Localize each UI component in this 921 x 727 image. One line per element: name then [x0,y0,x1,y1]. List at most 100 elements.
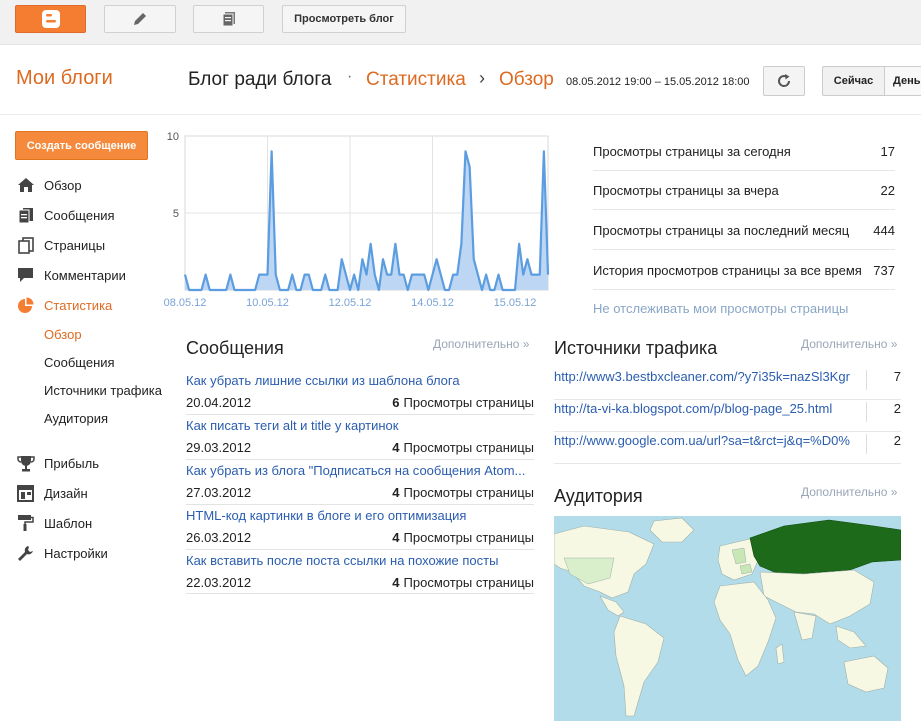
stat-value: 17 [880,143,895,159]
now-button[interactable]: Сейчас [822,66,884,96]
sidebar-item-label: Сообщения [44,207,115,223]
sidebar-item-label: Настройки [44,545,108,561]
sidebar-item-statistics[interactable]: Статистика [16,295,112,315]
post-views-count: 4 [392,530,400,545]
sidebar-item-label: Статистика [44,297,113,313]
traffic-source-row: http://ta-vi-ka.blogspot.com/p/blog-page… [554,400,901,432]
post-title-link[interactable]: HTML-код картинки в блоге и его оптимиза… [186,508,466,523]
date-range: 08.05.2012 19:00 – 15.05.2012 18:00 [566,76,750,88]
post-views-label: Просмотры страницы [403,440,534,455]
sidebar-item-pages[interactable]: Страницы [16,235,105,255]
stat-value: 444 [873,222,895,238]
x-tick-label: 10.05.12 [246,297,289,309]
sidebar-item-posts[interactable]: Сообщения [16,205,115,225]
traffic-section-title: Источники трафика [554,338,718,358]
traffic-source-link[interactable]: http://www3.bestbxcleaner.com/?y7i35k=na… [554,369,850,384]
post-date: 26.03.2012 [186,530,252,545]
breadcrumb-arrow: › [479,68,485,88]
sidebar-sub-posts[interactable]: Сообщения [44,355,115,370]
sidebar-sub-audience[interactable]: Аудитория [44,411,108,426]
stat-value: 22 [880,182,895,198]
sidebar-item-label: Страницы [44,237,106,253]
divider [866,370,867,390]
traffic-source-link[interactable]: http://www.google.com.ua/url?sa=t&rct=j&… [554,433,850,448]
blogger-logo-button[interactable] [15,5,86,33]
refresh-button[interactable] [763,66,805,96]
wrench-icon [16,544,35,562]
world-map-graphic [554,517,901,717]
post-title-link[interactable]: Как убрать лишние ссылки из шаблона блог… [186,373,460,388]
stat-row-yesterday: Просмотры страницы за вчера 22 [593,171,895,210]
posts-more-link[interactable]: Дополнительно » [433,337,529,351]
post-views: 4 Просмотры страницы [392,440,534,455]
x-tick-label: 14.05.12 [411,297,454,309]
no-track-link[interactable]: Не отслеживать мои просмотры страницы [593,301,848,316]
post-views-label: Просмотры страницы [403,395,534,410]
traffic-source-count: 7 [893,369,901,384]
divider [186,549,534,550]
post-title-link[interactable]: Как вставить после поста ссылки на похож… [186,553,498,568]
post-views-label: Просмотры страницы [403,530,534,545]
post-date: 29.03.2012 [186,440,252,455]
post-title-link[interactable]: Как убрать из блога "Подписаться на сооб… [186,463,525,478]
sidebar-sub-overview[interactable]: Обзор [44,327,82,342]
x-tick-label: 15.05.12 [494,297,537,309]
posts-section-title: Сообщения [186,338,284,358]
world-map[interactable] [554,516,901,721]
pageviews-chart: 08.05.12 10.05.12 12.05.12 14.05.12 15.05.12… [164,131,550,309]
sidebar-item-earnings[interactable]: Прибыль [16,453,99,473]
page-header: Мои блоги Блог ради блога · Статистика ›… [0,45,921,115]
divider [866,402,867,422]
stat-label: Просмотры страницы за вчера [593,182,779,198]
post-views-count: 4 [392,440,400,455]
post-views-count: 6 [392,395,400,410]
layout-icon [16,484,35,502]
stat-row-alltime: История просмотров страницы за все время… [593,251,895,290]
divider [186,504,534,505]
sidebar-item-template[interactable]: Шаблон [16,513,92,533]
divider [186,459,534,460]
trophy-icon [16,454,35,472]
audience-section-title: Аудитория [554,486,643,506]
breadcrumb-statistics[interactable]: Статистика [366,69,466,91]
traffic-source-link[interactable]: http://ta-vi-ka.blogspot.com/p/blog-page… [554,401,832,416]
post-views: 4 Просмотры страницы [392,530,534,545]
traffic-more-link[interactable]: Дополнительно » [801,337,897,351]
posts-icon [16,206,35,224]
divider [866,434,867,454]
new-post-button[interactable] [104,5,176,33]
pencil-icon [134,13,146,25]
view-blog-button[interactable]: Просмотреть блог [282,5,406,33]
sidebar-item-design[interactable]: Дизайн [16,483,88,503]
pages-list-button[interactable] [193,5,264,33]
top-toolbar: Просмотреть блог [0,0,921,45]
sidebar-sub-traffic[interactable]: Источники трафика [44,383,162,398]
pages-icon [16,236,35,254]
refresh-icon [778,74,791,87]
sidebar-item-comments[interactable]: Комментарии [16,265,126,285]
breadcrumb-separator: · [347,68,353,85]
audience-more-link[interactable]: Дополнительно » [801,485,897,499]
post-views-label: Просмотры страницы [403,575,534,590]
breadcrumb-blog[interactable]: Блог ради блога [188,69,331,91]
x-tick-label: 12.05.12 [329,297,372,309]
divider [186,593,534,594]
my-blogs-link[interactable]: Мои блоги [16,67,113,90]
stat-value: 737 [873,262,895,278]
sidebar-item-label: Дизайн [44,485,88,501]
post-views: 4 Просмотры страницы [392,575,534,590]
post-date: 27.03.2012 [186,485,252,500]
sidebar-item-overview[interactable]: Обзор [16,175,82,195]
day-button[interactable]: День [884,66,921,96]
blogger-logo-icon [41,10,60,28]
stat-row-month: Просмотры страницы за последний месяц 44… [593,211,895,250]
create-post-button[interactable]: Создать сообщение [15,131,148,160]
traffic-source-row: http://www.google.com.ua/url?sa=t&rct=j&… [554,432,901,464]
y-tick-label: 5 [173,208,179,220]
x-tick-label: 08.05.12 [164,297,207,309]
post-title-link[interactable]: Как писать теги alt и title у картинок [186,418,398,433]
breadcrumb-overview: Обзор [499,69,554,90]
post-views-count: 4 [392,485,400,500]
sidebar-item-settings[interactable]: Настройки [16,543,108,563]
post-views: 6 Просмотры страницы [392,395,534,410]
